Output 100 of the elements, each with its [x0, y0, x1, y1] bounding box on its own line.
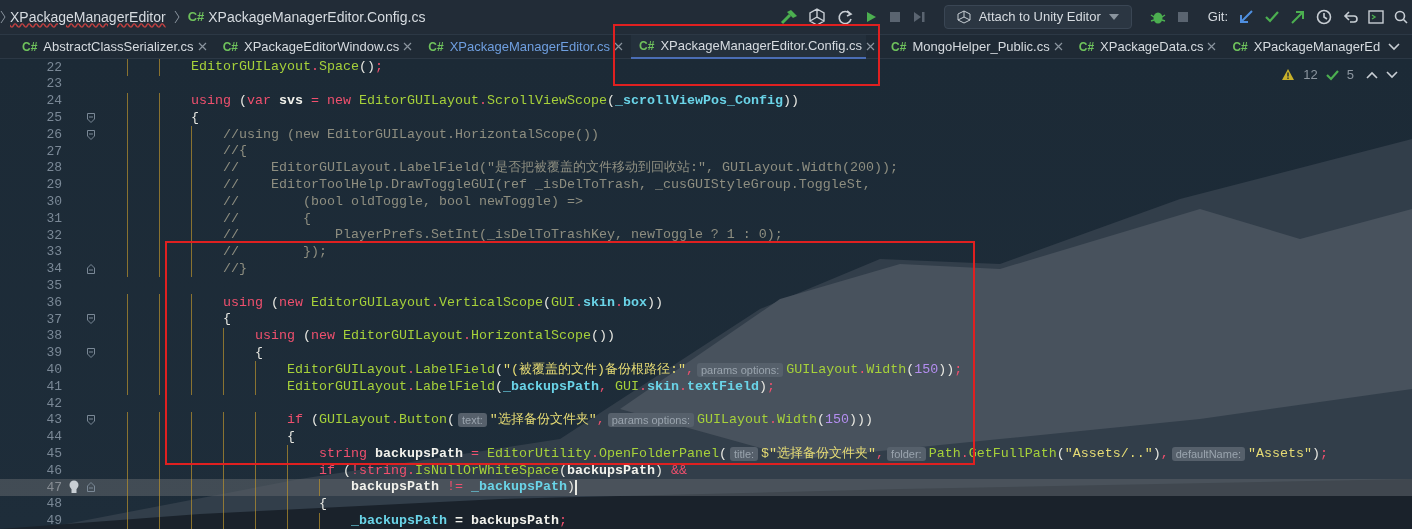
parameter-hint: params options:	[607, 413, 694, 428]
fold-marker-icon[interactable]	[86, 314, 95, 325]
bulb-icon[interactable]	[68, 480, 80, 495]
code-token: new	[310, 327, 336, 346]
fold-marker-icon[interactable]	[86, 482, 95, 493]
chevron-up-icon[interactable]	[1366, 70, 1378, 79]
code-token: IsNullOrWhiteSpace	[414, 461, 559, 480]
close-icon[interactable]	[614, 42, 624, 51]
line-number: 30	[45, 193, 62, 212]
code-token: =	[470, 444, 480, 463]
code-token: (	[558, 461, 567, 480]
close-icon[interactable]	[403, 42, 413, 51]
code-comment: // EditorToolHelp.DrawToggleGUI(ref _isDelToTrash, _cusGUIStyleGroup.ToggleSt,	[223, 176, 871, 194]
clock-icon[interactable]	[1316, 9, 1332, 25]
file-tab[interactable]: C# XPackageManagerEditor.Config.cs	[631, 34, 867, 59]
tab-label: XPackageManagerEditor.cs	[449, 37, 611, 56]
close-icon[interactable]	[1207, 42, 1217, 51]
close-icon[interactable]	[866, 42, 876, 51]
file-tab[interactable]: C# XPackageManagerEditor.cs	[420, 34, 615, 59]
line-number: 42	[45, 394, 62, 413]
code-token: !	[350, 461, 359, 480]
code-token: ()	[358, 59, 375, 77]
arrow-down-left-icon[interactable]	[1238, 9, 1254, 25]
code-token: ;	[1320, 444, 1329, 463]
close-icon[interactable]	[197, 42, 207, 51]
code-token: backupsPath	[566, 461, 655, 480]
code-token: ))	[938, 360, 955, 379]
line-number: 48	[45, 495, 62, 514]
arrow-up-right-icon[interactable]	[1290, 9, 1306, 25]
check-icon[interactable]	[1264, 9, 1280, 25]
line-number: 25	[45, 109, 62, 128]
code-token: )	[1152, 444, 1161, 463]
code-token: =	[311, 92, 319, 110]
fold-marker-icon[interactable]	[86, 263, 95, 274]
code-token: backupsPath	[373, 444, 464, 463]
fold-marker-icon[interactable]	[86, 347, 95, 358]
code-token: Path	[928, 444, 961, 463]
code-token: svs	[277, 92, 304, 110]
file-tab[interactable]: C# MongoHelper_Public.cs	[883, 34, 1054, 59]
file-tab[interactable]: C# XPackageManagerEd	[1224, 34, 1385, 59]
csharp-file-icon: C#	[187, 7, 205, 27]
file-tab[interactable]: C# XPackageData.cs	[1070, 34, 1208, 59]
code-token: ,	[876, 444, 885, 463]
undo-icon[interactable]	[1342, 9, 1358, 25]
code-token: GUILayout	[318, 411, 391, 430]
chevron-down-icon[interactable]	[1388, 42, 1400, 51]
line-number: 45	[45, 445, 62, 463]
text-cursor	[574, 479, 577, 495]
ok-count: 5	[1346, 66, 1354, 84]
code-comment: // EditorGUILayout.LabelField("是否把被覆盖的文件移动到回收站:", GUILayout.Width(200));	[223, 159, 898, 178]
code-token: "Assets/.."	[1064, 444, 1153, 463]
line-number: 27	[45, 142, 62, 161]
code-token: GUILayout	[697, 411, 769, 430]
tab-label: XPackageManagerEditor.Config.cs	[660, 36, 863, 55]
terminal-icon[interactable]	[1368, 10, 1384, 24]
code-token: HorizontalScope	[470, 327, 591, 346]
line-number: 47	[45, 478, 62, 497]
line-number: 43	[45, 411, 62, 430]
chevron-right-icon	[0, 10, 6, 24]
tab-label: XPackageEditorWindow.cs	[243, 37, 400, 56]
code-token: .	[462, 327, 471, 346]
line-number: 39	[45, 344, 62, 363]
fold-marker-icon[interactable]	[86, 129, 95, 140]
fold-marker-icon[interactable]	[86, 112, 95, 123]
breadcrumb-item[interactable]: XPackageManagerEditor.Config.cs	[208, 6, 426, 28]
breadcrumb-item[interactable]: XPackageManagerEditor	[10, 6, 166, 28]
code-token: (	[542, 293, 551, 312]
code-token: )	[654, 461, 664, 480]
file-tab[interactable]: C# AbstractClassSerializer.cs	[14, 34, 198, 59]
code-token: ))	[646, 293, 663, 312]
fold-marker-icon[interactable]	[86, 415, 95, 426]
code-token: (	[269, 293, 279, 312]
code-comment: // PlayerPrefs.SetInt(_isDelToTrashKey, newToggle ? 1 : 0);	[223, 226, 783, 245]
code-token: {	[191, 108, 199, 127]
code-token: {	[286, 427, 295, 446]
file-tab[interactable]: C# XPackageEditorWindow.cs	[214, 34, 404, 59]
line-number: 46	[45, 461, 62, 480]
chevron-down-icon[interactable]	[1386, 70, 1398, 79]
code-token: backupsPath	[350, 478, 440, 497]
check-icon	[1325, 68, 1339, 81]
code-token: VerticalScope	[438, 293, 543, 312]
code-token: .	[769, 411, 777, 430]
close-icon[interactable]	[1053, 42, 1063, 51]
tab-label: MongoHelper_Public.cs	[912, 37, 1050, 56]
code-token: .	[614, 293, 623, 312]
code-token: ,	[1160, 444, 1169, 463]
unity-logo-icon[interactable]	[807, 8, 826, 26]
csharp-file-icon: C#	[1232, 37, 1248, 56]
code-token: (	[446, 411, 455, 430]
run-configuration-dropdown[interactable]: Attach to Unity Editor	[943, 5, 1132, 29]
code-token: ScrollViewScope	[486, 92, 607, 110]
code-token: if	[318, 461, 335, 480]
code-token: {	[318, 495, 327, 514]
code-token: _backupsPath	[470, 478, 567, 497]
hammer-icon[interactable]	[779, 9, 798, 25]
line-number: 34	[45, 260, 62, 279]
code-token: textField	[686, 377, 759, 396]
search-icon[interactable]	[1394, 10, 1408, 24]
code-token: EditorGUILayout	[311, 293, 431, 312]
line-number: 31	[45, 209, 62, 228]
